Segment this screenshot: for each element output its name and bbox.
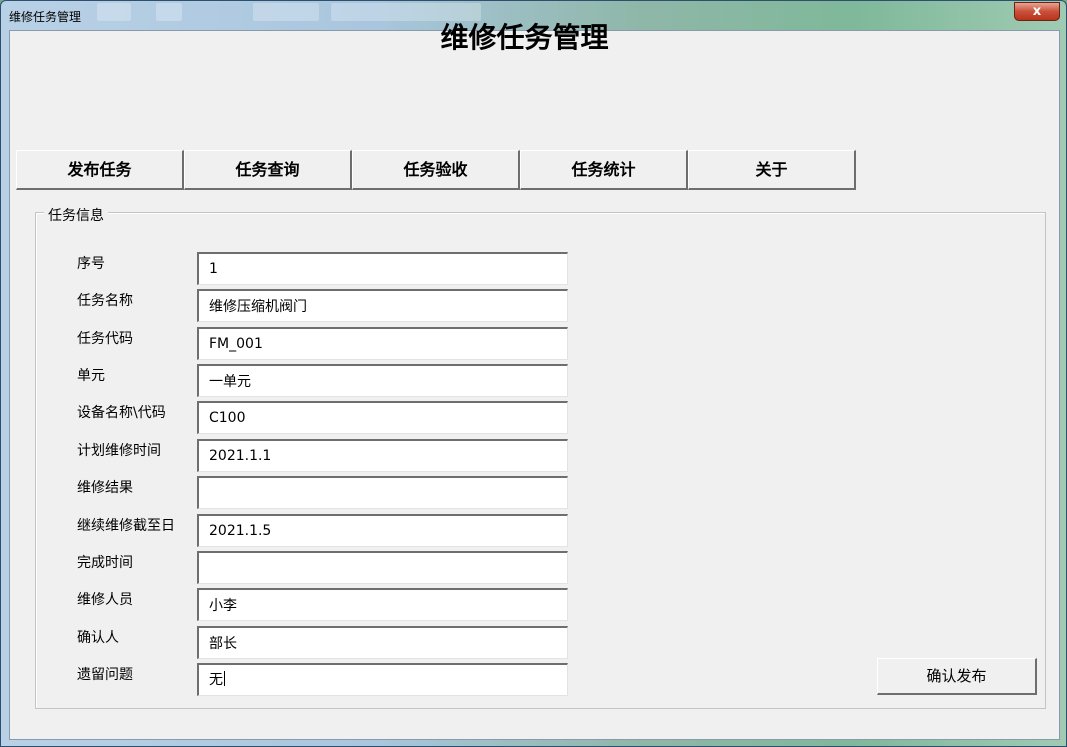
main-menu: 发布任务 任务查询 任务验收 任务统计 关于 — [16, 150, 856, 190]
task-code-label: 任务代码 — [77, 331, 133, 347]
tab-task-statistics[interactable]: 任务统计 — [520, 150, 688, 190]
tab-about[interactable]: 关于 — [688, 150, 856, 190]
remaining-issues-input[interactable]: 无 — [197, 663, 568, 696]
task-code-input[interactable] — [197, 327, 568, 360]
tab-task-acceptance[interactable]: 任务验收 — [352, 150, 520, 190]
continue-repair-deadline-input[interactable] — [197, 514, 568, 547]
confirm-publish-button[interactable]: 确认发布 — [877, 658, 1037, 695]
unit-input[interactable] — [197, 364, 568, 397]
remaining-issues-value: 无 — [209, 672, 223, 688]
task-name-input[interactable] — [197, 289, 568, 322]
task-name-label: 任务名称 — [77, 293, 133, 309]
task-info-legend: 任务信息 — [44, 205, 108, 225]
text-caret — [224, 671, 225, 686]
confirmer-input[interactable] — [197, 626, 568, 659]
repair-staff-input[interactable] — [197, 588, 568, 621]
equipment-code-input[interactable] — [197, 401, 568, 434]
remaining-issues-label: 遗留问题 — [77, 667, 133, 683]
page-title: 维修任务管理 — [440, 21, 609, 54]
planned-repair-time-input[interactable] — [197, 439, 568, 472]
equipment-code-label: 设备名称\代码 — [77, 405, 166, 421]
serial-number-input[interactable] — [197, 252, 568, 285]
completion-time-label: 完成时间 — [77, 555, 133, 571]
serial-number-label: 序号 — [77, 256, 105, 272]
repair-result-label: 维修结果 — [77, 480, 133, 496]
unit-label: 单元 — [77, 368, 105, 384]
confirmer-label: 确认人 — [77, 630, 119, 646]
repair-staff-label: 维修人员 — [77, 592, 133, 608]
planned-repair-time-label: 计划维修时间 — [77, 443, 161, 459]
tab-publish-task[interactable]: 发布任务 — [16, 150, 184, 190]
tab-task-query[interactable]: 任务查询 — [184, 150, 352, 190]
completion-time-input[interactable] — [197, 551, 568, 584]
continue-repair-deadline-label: 继续维修截至日 — [77, 518, 175, 534]
repair-result-input[interactable] — [197, 476, 568, 509]
